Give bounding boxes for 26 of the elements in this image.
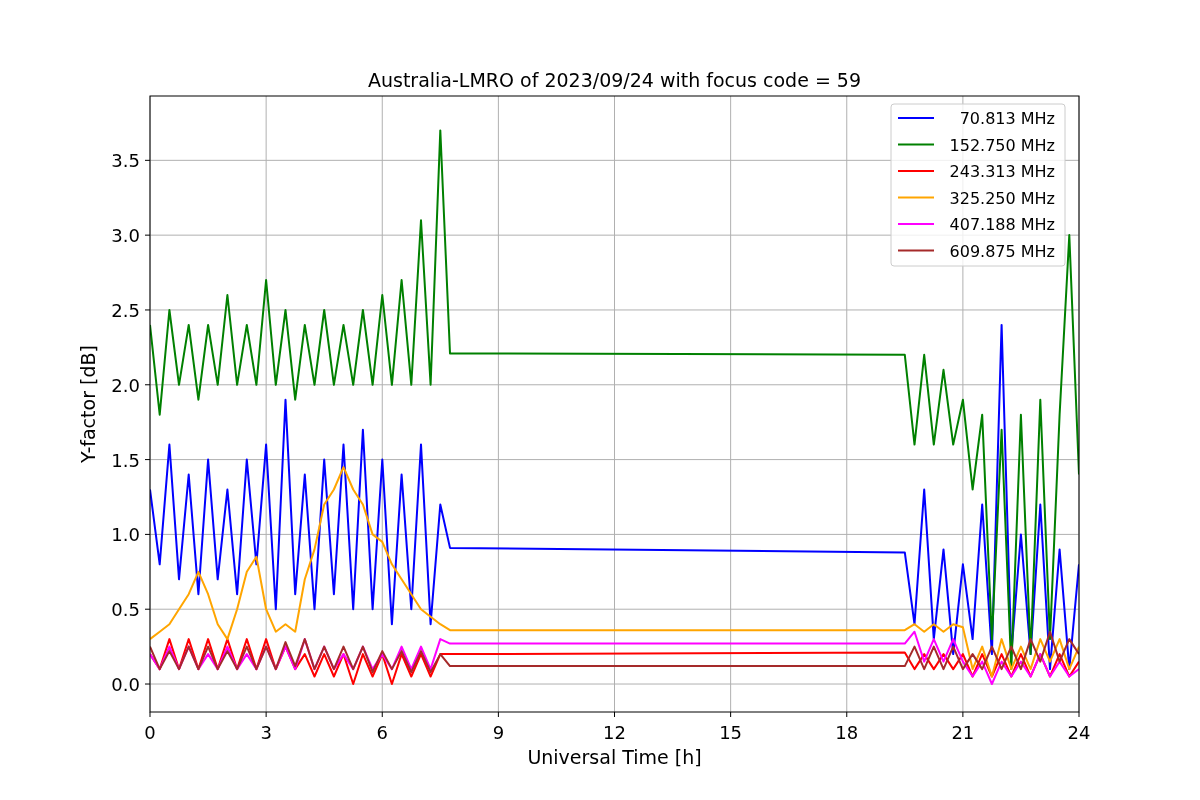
legend-label: 152.750 MHz bbox=[949, 135, 1055, 155]
tick-label: 6 bbox=[376, 722, 388, 743]
legend-label: 609.875 MHz bbox=[949, 241, 1055, 261]
tick-label: 18 bbox=[835, 722, 859, 743]
tick-label: 9 bbox=[492, 722, 505, 743]
tick-label: 3.0 bbox=[111, 225, 140, 247]
chart-title: Australia-LMRO of 2023/09/24 with focus code = 59 bbox=[367, 69, 862, 91]
y-axis-label: Y-factor [dB] bbox=[77, 345, 99, 463]
tick-label: 15 bbox=[719, 722, 743, 743]
legend-label: 243.313 MHz bbox=[949, 162, 1055, 181]
tick-label: 2.0 bbox=[111, 374, 140, 396]
tick-label: 12 bbox=[603, 722, 626, 743]
tick-label: 2.5 bbox=[111, 299, 140, 321]
tick-label: 1.5 bbox=[111, 449, 140, 471]
tick-label: 0.5 bbox=[111, 599, 140, 621]
tick-label: 0.0 bbox=[111, 674, 140, 695]
tick-label: 1.0 bbox=[111, 524, 140, 546]
tick-label: 21 bbox=[951, 722, 975, 743]
tick-label: 3.5 bbox=[111, 150, 140, 172]
tick-label: 3 bbox=[260, 722, 272, 743]
legend-label: 325.250 MHz bbox=[949, 188, 1055, 208]
x-axis-label: Universal Time [h] bbox=[527, 746, 702, 768]
legend-label: 407.188 MHz bbox=[949, 215, 1055, 234]
tick-label: 24 bbox=[1067, 722, 1091, 743]
legend-label: 70.813 MHz bbox=[959, 109, 1055, 128]
tick-label: 0 bbox=[144, 722, 156, 743]
